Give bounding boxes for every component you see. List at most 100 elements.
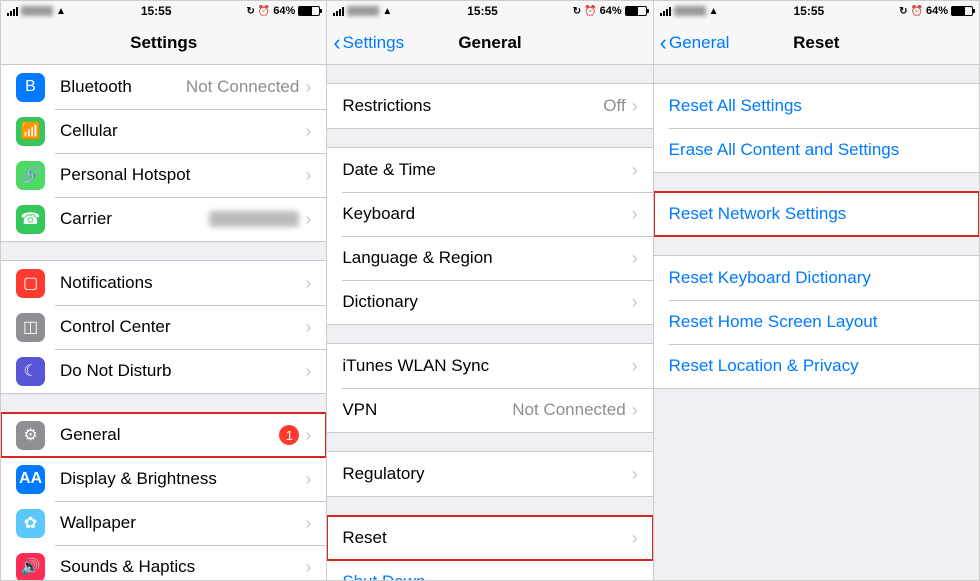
row-dnd[interactable]: ☾Do Not Disturb›	[1, 349, 326, 393]
rotation-lock-icon: ↻	[899, 6, 907, 17]
page-title: General	[458, 33, 521, 53]
back-button[interactable]: ‹General	[660, 32, 730, 54]
chevron-right-icon: ›	[305, 513, 311, 534]
row-reset-home[interactable]: Reset Home Screen Layout	[654, 300, 979, 344]
chevron-right-icon: ›	[632, 96, 638, 117]
chevron-right-icon: ›	[632, 464, 638, 485]
navbar: ‹General Reset	[654, 21, 979, 65]
back-button[interactable]: ‹Settings	[333, 32, 404, 54]
row-label: Personal Hotspot	[60, 165, 305, 185]
alarm-icon: ⏰	[911, 6, 923, 17]
page-title: Reset	[793, 33, 839, 53]
row-keyboard[interactable]: Keyboard›	[327, 192, 652, 236]
chevron-right-icon: ›	[305, 165, 311, 186]
row-label: Regulatory	[342, 464, 631, 484]
phone-general: ▲ 15:55 ↻⏰64% ‹Settings General Restrict…	[327, 1, 653, 580]
row-label: Control Center	[60, 317, 305, 337]
row-language[interactable]: Language & Region›	[327, 236, 652, 280]
settings-list[interactable]: B BluetoothNot Connected › 📶Cellular› 🔗Per…	[1, 65, 326, 580]
chevron-right-icon: ›	[632, 356, 638, 377]
row-regulatory[interactable]: Regulatory›	[327, 452, 652, 496]
chevron-right-icon: ›	[305, 425, 311, 446]
row-label: Notifications	[60, 273, 305, 293]
status-time: 15:55	[793, 4, 824, 18]
status-time: 15:55	[467, 4, 498, 18]
carrier-name-blurred	[674, 6, 706, 16]
row-value: Off	[603, 96, 625, 116]
row-label: Keyboard	[342, 204, 631, 224]
battery-icon	[625, 6, 647, 16]
row-vpn[interactable]: VPNNot Connected›	[327, 388, 652, 432]
row-erase-all[interactable]: Erase All Content and Settings	[654, 128, 979, 172]
row-display[interactable]: AADisplay & Brightness›	[1, 457, 326, 501]
chevron-right-icon: ›	[305, 361, 311, 382]
badge: 1	[279, 425, 299, 445]
battery-pct: 64%	[926, 5, 948, 17]
battery-pct: 64%	[273, 5, 295, 17]
chevron-right-icon: ›	[305, 209, 311, 230]
row-general[interactable]: ⚙General1›	[1, 413, 326, 457]
row-itunes-sync[interactable]: iTunes WLAN Sync›	[327, 344, 652, 388]
reset-list[interactable]: Reset All Settings Erase All Content and…	[654, 65, 979, 580]
row-label: Cellular	[60, 121, 305, 141]
row-reset-all[interactable]: Reset All Settings	[654, 84, 979, 128]
row-sounds[interactable]: 🔊Sounds & Haptics›	[1, 545, 326, 580]
chevron-right-icon: ›	[305, 77, 311, 98]
carrier-name-blurred	[21, 6, 53, 16]
row-reset-keyboard[interactable]: Reset Keyboard Dictionary	[654, 256, 979, 300]
notifications-icon: ▢	[16, 269, 45, 298]
phone-settings: ▲ 15:55 ↻⏰64% Settings B BluetoothNot Con…	[1, 1, 327, 580]
row-bluetooth[interactable]: B BluetoothNot Connected ›	[1, 65, 326, 109]
back-label: General	[669, 33, 729, 53]
row-shut-down[interactable]: Shut Down	[327, 560, 652, 580]
chevron-right-icon: ›	[632, 292, 638, 313]
triptych-container: ▲ 15:55 ↻⏰64% Settings BBluetoothNot Con…	[0, 0, 980, 581]
alarm-icon: ⏰	[584, 6, 596, 17]
bluetooth-icon: B	[16, 73, 45, 102]
row-notifications[interactable]: ▢ Notifications›	[1, 261, 326, 305]
row-label: General	[60, 425, 279, 445]
wifi-icon: ▲	[709, 6, 719, 17]
wifi-icon: ▲	[382, 6, 392, 17]
navbar: Settings	[1, 21, 326, 65]
status-bar: ▲ 15:55 ↻⏰64%	[1, 1, 326, 21]
row-value: Not Connected	[186, 77, 299, 97]
row-reset-location[interactable]: Reset Location & Privacy	[654, 344, 979, 388]
general-list[interactable]: RestrictionsOff› Date & Time› Keyboard› …	[327, 65, 652, 580]
carrier-value-blurred	[209, 211, 299, 227]
row-hotspot[interactable]: 🔗Personal Hotspot›	[1, 153, 326, 197]
row-label: Wallpaper	[60, 513, 305, 533]
row-label: Reset All Settings	[669, 96, 964, 116]
phone-reset: ▲ 15:55 ↻ ⏰64% ‹General Reset Reset All S…	[654, 1, 979, 580]
row-label: Language & Region	[342, 248, 631, 268]
sounds-icon: 🔊	[16, 553, 45, 581]
rotation-lock-icon: ↻	[246, 6, 254, 17]
chevron-left-icon: ‹	[333, 32, 340, 54]
row-label: Display & Brightness	[60, 469, 305, 489]
row-reset[interactable]: Reset›	[327, 516, 652, 560]
row-label: iTunes WLAN Sync	[342, 356, 631, 376]
row-label: Reset Home Screen Layout	[669, 312, 964, 332]
signal-icon	[333, 6, 344, 16]
row-restrictions[interactable]: RestrictionsOff ›	[327, 84, 652, 128]
row-label: VPN	[342, 400, 512, 420]
row-label: Restrictions	[342, 96, 603, 116]
row-cellular[interactable]: 📶Cellular›	[1, 109, 326, 153]
row-wallpaper[interactable]: ✿ Wallpaper›	[1, 501, 326, 545]
row-label: Reset Keyboard Dictionary	[669, 268, 964, 288]
chevron-right-icon: ›	[305, 273, 311, 294]
status-bar: ▲ 15:55 ↻⏰64%	[327, 1, 652, 21]
row-carrier[interactable]: ☎Carrier›	[1, 197, 326, 241]
row-label: Reset Location & Privacy	[669, 356, 964, 376]
status-time: 15:55	[141, 4, 172, 18]
row-dictionary[interactable]: Dictionary›	[327, 280, 652, 324]
wallpaper-icon: ✿	[16, 509, 45, 538]
rotation-lock-icon: ↻	[573, 6, 581, 17]
chevron-right-icon: ›	[632, 248, 638, 269]
chevron-right-icon: ›	[632, 204, 638, 225]
status-bar: ▲ 15:55 ↻ ⏰64%	[654, 1, 979, 21]
row-label: Bluetooth	[60, 77, 186, 97]
row-control-center[interactable]: ◫Control Center›	[1, 305, 326, 349]
row-datetime[interactable]: Date & Time›	[327, 148, 652, 192]
row-reset-network[interactable]: Reset Network Settings	[654, 192, 979, 236]
